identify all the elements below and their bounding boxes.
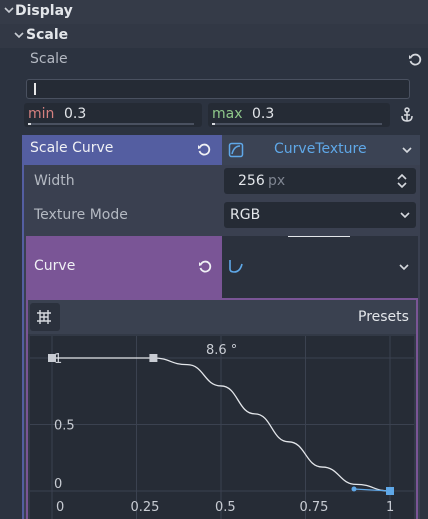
width-spinbox[interactable]: 256 px [224,168,416,194]
curve-editor-toolbar: Presets [28,300,416,334]
curve-label: Curve [34,258,76,274]
min-field[interactable]: min 0.3 [24,103,202,127]
reset-icon[interactable] [198,260,212,274]
scale-range-bar[interactable] [26,79,410,99]
curve-preview-line [288,236,350,237]
grid-snap-icon [36,309,52,325]
y-tick-label: 0.5 [54,419,75,434]
x-tick-label: 1 [386,500,394,515]
x-tick-label: 0.75 [300,500,329,515]
max-value: 0.3 [252,106,275,122]
chevron-down-icon [400,210,410,220]
chevron-down-icon [402,145,412,155]
curve-texture-label: CurveTexture [274,141,367,157]
texture-mode-value: RGB [230,207,261,223]
max-field[interactable]: max 0.3 [208,103,390,127]
scale-curve-row[interactable]: Scale Curve [22,135,222,165]
scale-section-header[interactable]: Scale [0,24,428,48]
indent-strip [0,48,22,519]
curve-icon [228,258,244,274]
texture-mode-select[interactable]: RGB [224,202,416,228]
spinner-arrows-icon[interactable] [396,173,408,189]
curve-texture-resource[interactable]: CurveTexture [222,135,394,165]
x-tick-label: 0 [56,500,64,515]
curve-chart-area[interactable]: 0 0.25 0.5 0.75 1 1 0.5 0 8.6 ° [30,336,414,519]
curve-texture-icon [228,142,244,158]
min-label: min [28,106,55,122]
width-unit: px [268,173,286,189]
curve-texture-dropdown[interactable] [394,135,420,165]
curve-point[interactable] [48,354,56,362]
curve-point[interactable] [149,354,158,362]
max-slider-track [212,123,382,125]
curve-chart[interactable]: 0 0.25 0.5 0.75 110.508.6 ° [30,336,414,519]
chevron-down-icon [399,262,409,272]
texture-mode-label: Texture Mode [34,207,128,223]
max-slider-fill [212,123,215,125]
tangent-handle [351,486,357,492]
presets-button[interactable]: Presets [358,309,409,325]
chevron-down-icon [4,5,14,15]
grid-snap-button[interactable] [30,303,60,331]
width-label: Width [34,173,75,189]
scale-property: Scale [22,48,428,72]
min-value: 0.3 [64,106,87,122]
reset-icon[interactable] [197,143,211,157]
range-cursor [34,83,36,95]
curve-point[interactable] [386,487,394,495]
curve-row[interactable]: Curve [26,236,222,298]
curve-dropdown[interactable] [390,236,418,298]
scale-label: Scale [30,51,68,67]
chevron-down-icon [14,30,24,40]
display-section-header[interactable]: Display [0,0,428,24]
y-tick-label: 0 [54,477,62,492]
link-icon[interactable] [398,106,416,124]
min-slider-fill [28,123,31,125]
x-tick-label: 0.25 [131,500,160,515]
scale-curve-label: Scale Curve [30,140,114,156]
reset-icon[interactable] [408,53,422,67]
max-label: max [212,106,243,122]
x-tick-label: 0.5 [215,500,236,515]
width-value: 256 [238,173,265,189]
min-slider-track [28,123,194,125]
curve-resource[interactable] [222,236,390,298]
display-section-title: Display [15,3,73,19]
tangent-angle-label: 8.6 ° [206,343,237,358]
scale-section-title: Scale [26,27,69,43]
